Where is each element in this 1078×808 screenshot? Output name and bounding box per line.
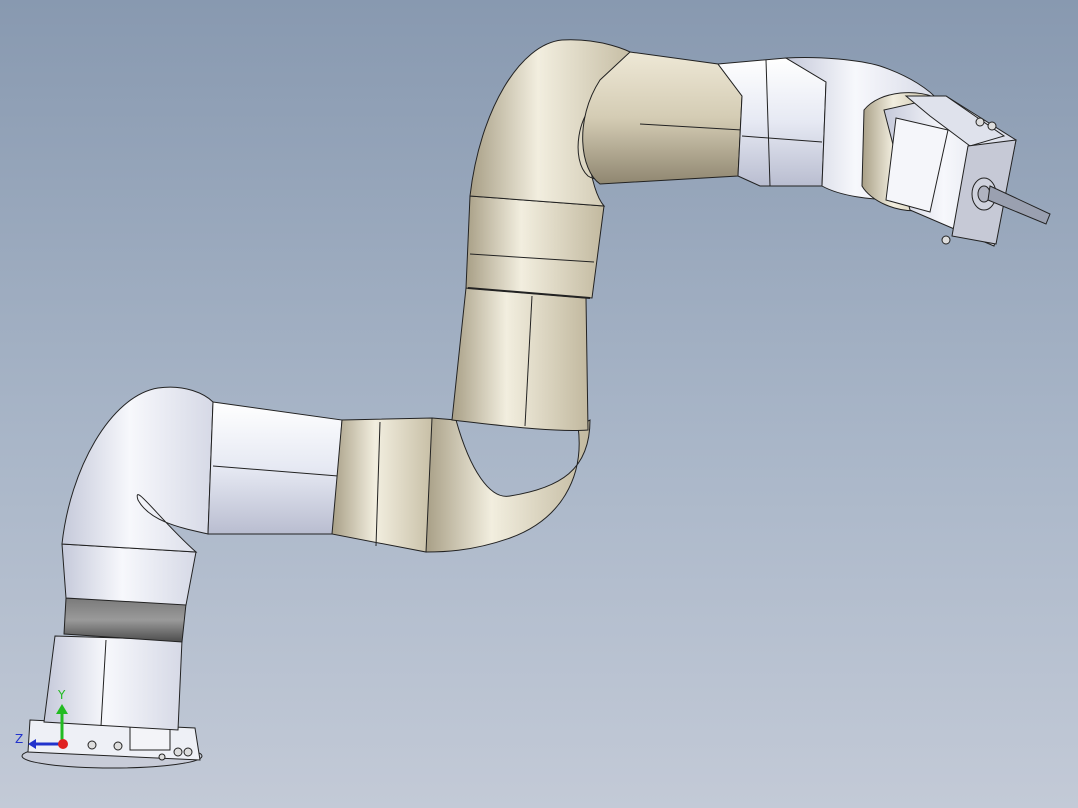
robot-arm-model[interactable] — [0, 0, 1078, 808]
upper-arm-link — [207, 401, 343, 535]
graphics-viewport[interactable]: Y Z — [0, 0, 1078, 808]
end-effector — [861, 92, 1051, 247]
base-column — [43, 635, 183, 731]
triad-origin — [58, 739, 68, 749]
dark-joint-band — [63, 597, 187, 643]
shoulder-link — [61, 386, 214, 606]
elbow-joint — [331, 417, 591, 553]
z-axis-label: Z — [15, 732, 24, 746]
forearm-link — [451, 195, 605, 432]
y-axis-label: Y — [58, 688, 66, 702]
